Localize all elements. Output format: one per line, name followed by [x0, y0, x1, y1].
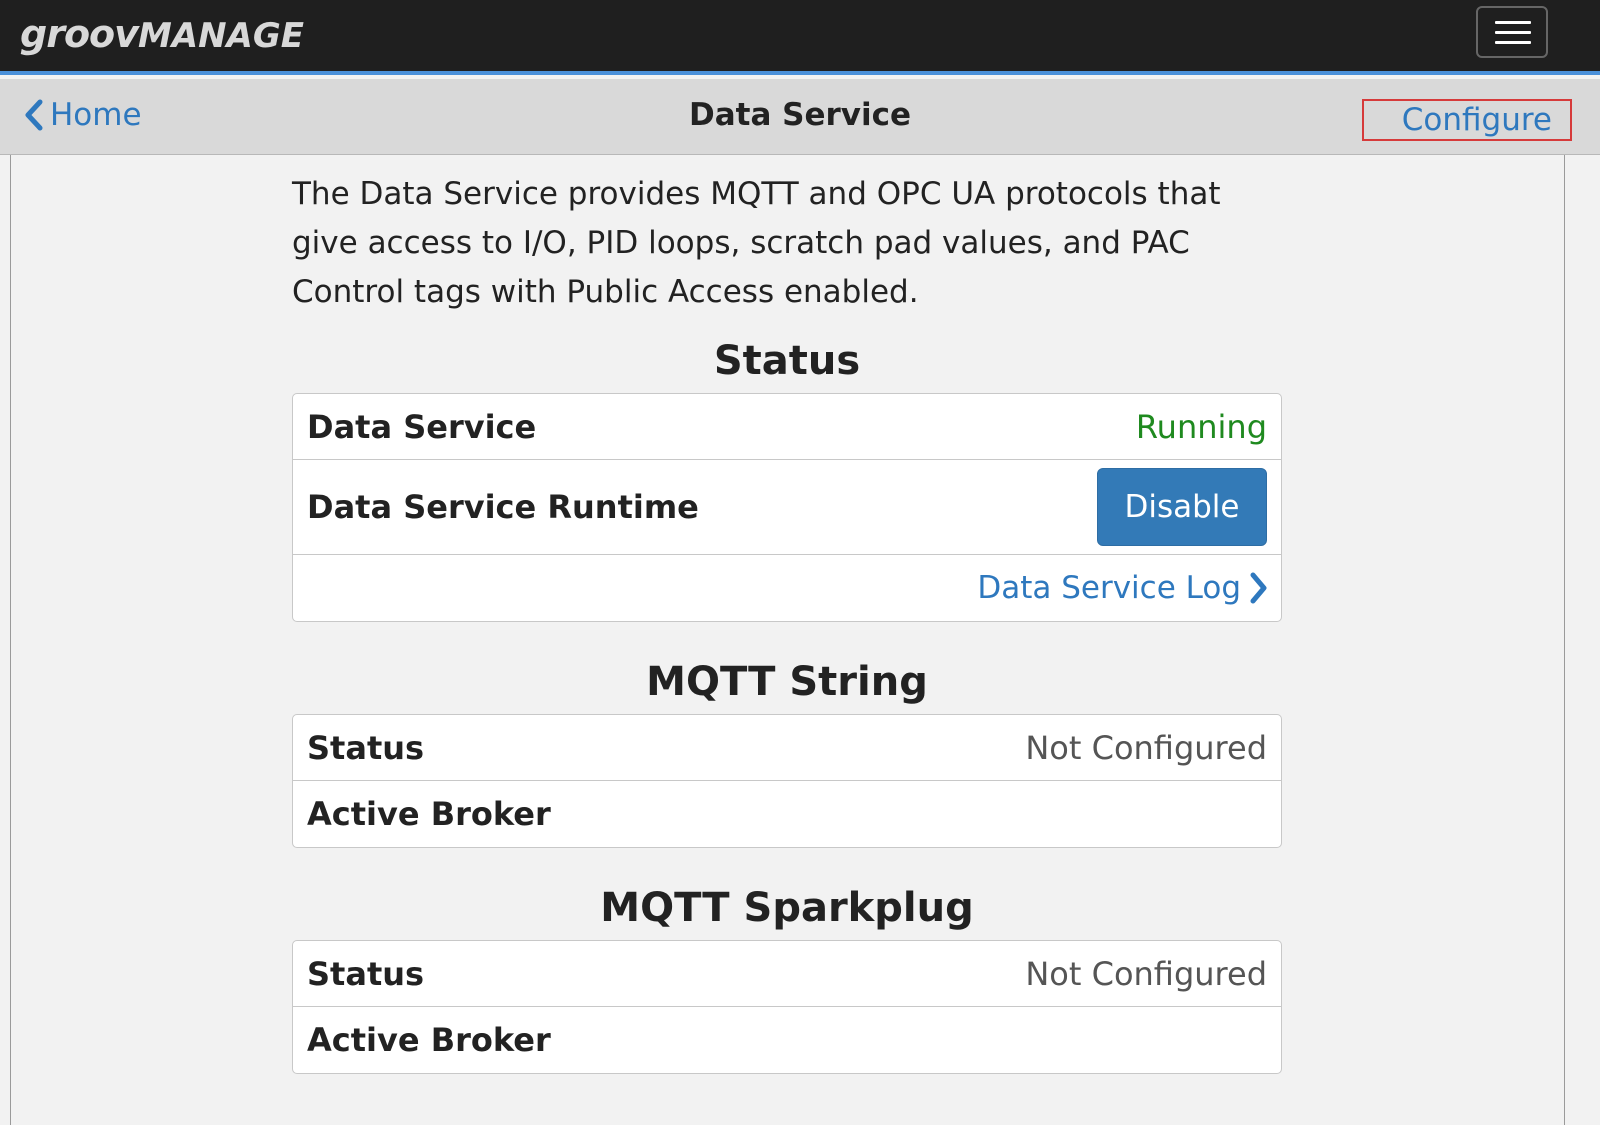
top-navbar: groovMANAGE	[0, 0, 1600, 75]
mqtt-sparkplug-broker-label: Active Broker	[307, 1021, 551, 1059]
main-content: The Data Service provides MQTT and OPC U…	[292, 170, 1282, 1074]
hamburger-icon-bar	[1495, 31, 1531, 34]
mqtt-sparkplug-panel: Status Not Configured Active Broker	[292, 940, 1282, 1074]
mqtt-sparkplug-status-value: Not Configured	[1025, 954, 1267, 993]
groov-manage-logo: groovMANAGE	[20, 12, 304, 56]
logo-manage: MANAGE	[137, 16, 304, 56]
intro-text: The Data Service provides MQTT and OPC U…	[292, 176, 1221, 310]
data-service-runtime-label: Data Service Runtime	[307, 488, 699, 526]
mqtt-string-section-title: MQTT String	[646, 659, 928, 705]
status-panel: Data Service Running Data Service Runtim…	[292, 393, 1282, 622]
data-service-row: Data Service Running	[293, 394, 1281, 460]
mqtt-sparkplug-section-title: MQTT Sparkplug	[600, 885, 974, 931]
log-row: Data Service Log	[293, 555, 1281, 621]
configure-button[interactable]: Configure	[1362, 99, 1572, 141]
page-header-bar: Home Data Service Configure	[0, 79, 1600, 155]
mqtt-string-status-row: Status Not Configured	[293, 715, 1281, 781]
data-service-runtime-row: Data Service Runtime Disable	[293, 460, 1281, 555]
hamburger-icon	[1495, 21, 1531, 24]
hamburger-icon-bar	[1495, 41, 1531, 44]
chevron-right-icon	[1250, 572, 1267, 604]
mqtt-sparkplug-status-label: Status	[307, 954, 425, 993]
disable-button[interactable]: Disable	[1097, 468, 1267, 546]
mqtt-string-panel: Status Not Configured Active Broker	[292, 714, 1282, 848]
mqtt-sparkplug-status-row: Status Not Configured	[293, 941, 1281, 1007]
data-service-label: Data Service	[307, 407, 537, 446]
mqtt-string-status-label: Status	[307, 728, 425, 767]
data-service-log-link[interactable]: Data Service Log	[977, 570, 1267, 606]
mqtt-string-broker-row: Active Broker	[293, 781, 1281, 847]
mqtt-sparkplug-broker-row: Active Broker	[293, 1007, 1281, 1073]
hamburger-menu-button[interactable]	[1476, 6, 1548, 58]
data-service-status: Running	[1135, 407, 1267, 446]
logo-groov: groov	[20, 12, 139, 56]
data-service-log-label: Data Service Log	[977, 570, 1241, 606]
status-section-title: Status	[713, 338, 861, 384]
mqtt-string-broker-label: Active Broker	[307, 795, 551, 833]
page-title: Data Service	[688, 97, 912, 133]
mqtt-string-status-value: Not Configured	[1025, 728, 1267, 767]
